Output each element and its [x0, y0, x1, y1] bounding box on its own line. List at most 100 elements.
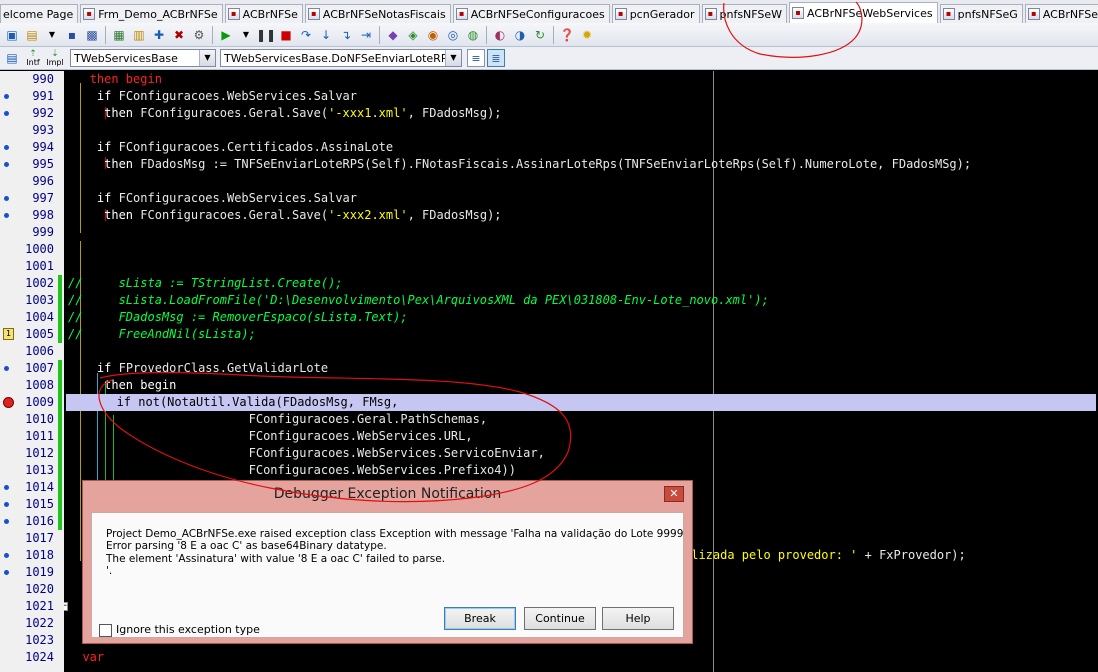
- method-combo[interactable]: TWebServicesBase.DoNFSeEnviarLoteRPS ▼: [220, 49, 462, 67]
- gutter-line[interactable]: 995: [0, 156, 58, 173]
- remove-file-icon[interactable]: ✖: [170, 26, 188, 44]
- tab-6[interactable]: ▪ pcnGerador: [611, 4, 700, 23]
- gutter-line[interactable]: 1013: [0, 462, 58, 479]
- continue-button[interactable]: Continue: [524, 607, 596, 630]
- palette-icon[interactable]: ◈: [404, 26, 422, 44]
- gutter-line[interactable]: 1023: [0, 632, 58, 649]
- open-project-icon[interactable]: ▥: [130, 26, 148, 44]
- class-combo[interactable]: TWebServicesBase ▼: [70, 49, 216, 67]
- tab-7[interactable]: ▪ pnfsNFSeW: [701, 4, 788, 23]
- save-icon[interactable]: ▪: [63, 26, 81, 44]
- breakpoint-dot-icon[interactable]: [4, 145, 9, 150]
- open-file-icon[interactable]: ▤: [23, 26, 41, 44]
- run-icon[interactable]: ▶: [217, 26, 235, 44]
- breakpoint-dot-icon[interactable]: [4, 553, 9, 558]
- translate-icon[interactable]: ◐: [491, 26, 509, 44]
- gutter-line[interactable]: 1007: [0, 360, 58, 377]
- gutter-line[interactable]: 1001: [0, 258, 58, 275]
- evaluate-icon[interactable]: ◍: [464, 26, 482, 44]
- intf-icon[interactable]: ⇡ Intf: [23, 49, 43, 67]
- gutter-line[interactable]: 1004: [0, 309, 58, 326]
- gutter-line[interactable]: 999: [0, 224, 58, 241]
- gutter-line[interactable]: 1008: [0, 377, 58, 394]
- trace-icon[interactable]: ↴: [337, 26, 355, 44]
- gutter-line[interactable]: −1021: [0, 598, 68, 615]
- gutter-line[interactable]: 993: [0, 122, 58, 139]
- stop-icon[interactable]: ■: [277, 26, 295, 44]
- tab-4[interactable]: ▪ ACBrNFSeNotasFiscais: [304, 4, 451, 23]
- breakpoint-icon[interactable]: [3, 397, 14, 408]
- breakpoint-dot-icon[interactable]: [4, 485, 9, 490]
- inspect-icon[interactable]: ◉: [424, 26, 442, 44]
- dropdown-arrow-icon[interactable]: ▼: [237, 26, 255, 44]
- ignore-exception-checkbox[interactable]: [99, 624, 112, 637]
- layout-icon[interactable]: ▤: [3, 49, 21, 67]
- gutter-line[interactable]: 1018: [0, 547, 58, 564]
- refresh-icon[interactable]: ↻: [531, 26, 549, 44]
- new-form-icon[interactable]: ▦: [110, 26, 128, 44]
- gutter-line[interactable]: 1024: [0, 649, 58, 666]
- tab-10[interactable]: ▪ACBrNFSeUtil: [1024, 4, 1098, 23]
- gutter-line[interactable]: 994: [0, 139, 58, 156]
- breakpoint-dot-icon[interactable]: [4, 502, 9, 507]
- gutter-line[interactable]: 1 1005: [0, 326, 58, 343]
- gutter-line[interactable]: 1016: [0, 513, 58, 530]
- step-over-icon[interactable]: ↷: [297, 26, 315, 44]
- gutter-line[interactable]: 1009: [0, 394, 58, 411]
- breakpoint-dot-icon[interactable]: [4, 111, 9, 116]
- breakpoint-dot-icon[interactable]: [4, 196, 9, 201]
- close-button[interactable]: ✕: [664, 486, 684, 502]
- gutter-line[interactable]: 1014: [0, 479, 58, 496]
- gutter-line[interactable]: 1020: [0, 581, 58, 598]
- gutter-line[interactable]: 1006: [0, 343, 58, 360]
- gutter-line[interactable]: 991: [0, 88, 58, 105]
- gutter-line[interactable]: 1010: [0, 411, 58, 428]
- tab-1[interactable]: elcome Page: [0, 4, 79, 23]
- tab-8[interactable]: ▪ ACBrNFSeWebServices: [789, 2, 938, 23]
- gutter-line[interactable]: 996: [0, 173, 58, 190]
- breakpoint-dot-icon[interactable]: [4, 570, 9, 575]
- gutter-line[interactable]: 1022: [0, 615, 58, 632]
- project-icon[interactable]: ▣: [3, 26, 21, 44]
- tab-3[interactable]: ▪ ACBrNFSe: [224, 4, 303, 23]
- gutter-line[interactable]: 1017: [0, 530, 58, 547]
- breakpoint-dot-icon[interactable]: [4, 162, 9, 167]
- breakpoint-dot-icon[interactable]: [4, 519, 9, 524]
- breakpoint-dot-icon[interactable]: [4, 366, 9, 371]
- gutter-line[interactable]: 990: [0, 71, 58, 88]
- align-toggle-icon[interactable]: ≣: [487, 49, 505, 67]
- save-all-icon[interactable]: ▩: [83, 26, 101, 44]
- gutter-line[interactable]: 1003: [0, 292, 58, 309]
- bookmark-icon[interactable]: 1: [3, 328, 14, 340]
- pause-icon[interactable]: ❚❚: [256, 26, 276, 44]
- component-icon[interactable]: ◆: [384, 26, 402, 44]
- watch-icon[interactable]: ◎: [444, 26, 462, 44]
- gutter-line[interactable]: 997: [0, 190, 58, 207]
- breakpoint-dot-icon[interactable]: [4, 94, 9, 99]
- chevron-down-icon[interactable]: ▼: [445, 50, 461, 66]
- tab-9[interactable]: ▪ pnfsNFSeG: [939, 4, 1023, 23]
- gutter-line[interactable]: 1011: [0, 428, 58, 445]
- gutter-line[interactable]: 1019: [0, 564, 58, 581]
- tab-5[interactable]: ▪ ACBrNFSeConfiguracoes: [452, 4, 610, 23]
- break-button[interactable]: Break: [444, 607, 516, 630]
- gutter-line[interactable]: 992: [0, 105, 58, 122]
- breakpoint-dot-icon[interactable]: [4, 213, 9, 218]
- run-to-cursor-icon[interactable]: ⇥: [357, 26, 375, 44]
- help-icon[interactable]: ❓: [558, 26, 576, 44]
- add-file-icon[interactable]: ✚: [150, 26, 168, 44]
- impl-icon[interactable]: ⇣ Impl: [45, 49, 65, 67]
- gutter-line[interactable]: 1000: [0, 241, 58, 258]
- gutter-line[interactable]: 1002: [0, 275, 58, 292]
- align-left-icon[interactable]: ≡: [467, 49, 485, 67]
- gutter-line[interactable]: 1015: [0, 496, 58, 513]
- tip-bulb-icon[interactable]: ✹: [578, 26, 596, 44]
- trace-into-icon[interactable]: ↓: [317, 26, 335, 44]
- language-icon[interactable]: ◑: [511, 26, 529, 44]
- gutter-line[interactable]: 998: [0, 207, 58, 224]
- help-button[interactable]: Help: [602, 607, 674, 630]
- dropdown-arrow-icon[interactable]: ▼: [43, 26, 61, 44]
- chevron-down-icon[interactable]: ▼: [199, 50, 215, 66]
- tab-2[interactable]: ▪ Frm_Demo_ACBrNFSe: [80, 4, 223, 23]
- gutter-line[interactable]: 1012: [0, 445, 58, 462]
